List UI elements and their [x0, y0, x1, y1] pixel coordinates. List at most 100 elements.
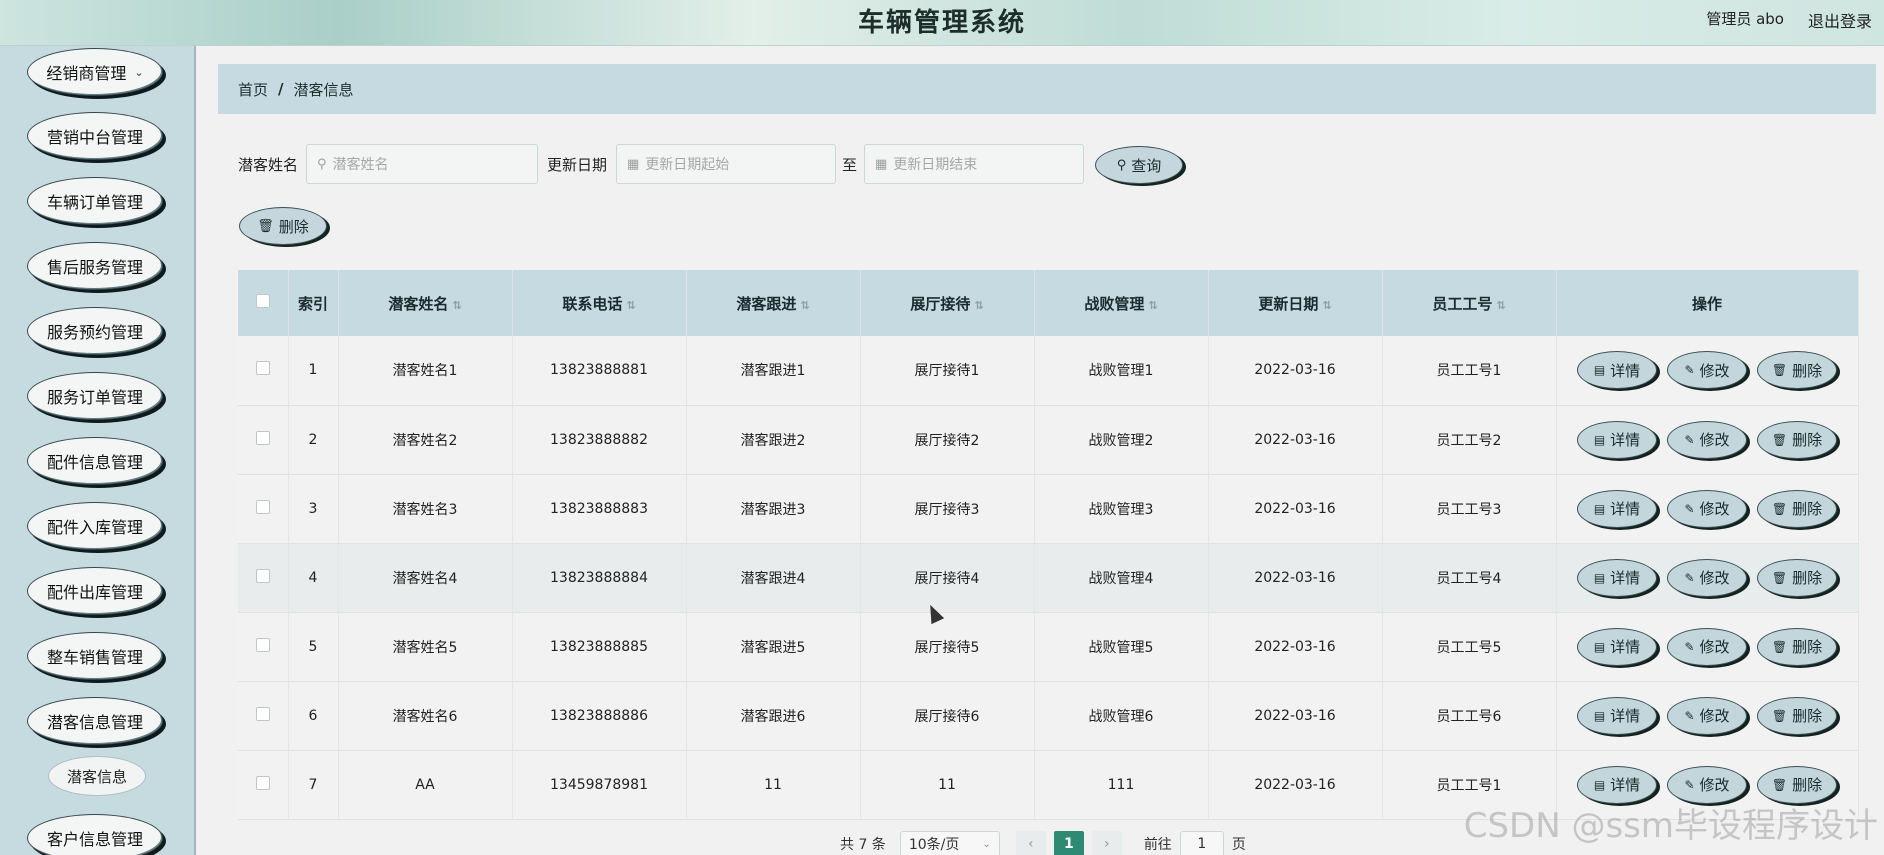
cell-staff: 员工工号4 [1382, 543, 1557, 612]
sidebar-subitem-label: 潜客信息 [66, 767, 127, 786]
edit-button[interactable]: ✎ 修改 [1667, 489, 1747, 528]
column-header-reception[interactable]: 展厅接待 ⇅ [860, 270, 1035, 336]
app-header: 车辆管理系统 管理员 abo 退出登录 [0, 0, 1884, 46]
sidebar-item-parts-info[interactable]: 配件信息管理 [27, 437, 163, 485]
query-button[interactable]: ⚲ 查询 [1095, 146, 1183, 184]
edit-button[interactable]: ✎ 修改 [1667, 351, 1747, 390]
cell-reception: 展厅接待1 [860, 336, 1035, 405]
sort-icon[interactable]: ⇅ [452, 299, 461, 312]
chevron-down-icon: ⌄ [982, 838, 991, 850]
cell-defeat: 战败管理2 [1034, 405, 1209, 474]
delete-button[interactable]: 🗑 删除 [1757, 489, 1837, 528]
column-header-date[interactable]: 更新日期 ⇅ [1208, 270, 1383, 336]
delete-button[interactable]: 🗑 删除 [1757, 420, 1837, 459]
detail-button[interactable]: ▤ 详情 [1577, 351, 1657, 390]
delete-button[interactable]: 🗑 删除 [1757, 627, 1837, 666]
table-row[interactable]: 3 潜客姓名3 13823888883 潜客跟进3 展厅接待3 战败管理3 2022-03-… [238, 474, 1859, 543]
sort-icon[interactable]: ⇅ [1322, 299, 1331, 312]
table-row[interactable]: 5 潜客姓名5 13823888885 潜客跟进5 展厅接待5 战败管理5 2022-03-… [238, 612, 1859, 681]
detail-button[interactable]: ▤ 详情 [1577, 558, 1657, 597]
table-row[interactable]: 2 潜客姓名2 13823888882 潜客跟进2 展厅接待2 战败管理2 2022-03-… [238, 405, 1859, 474]
document-icon: ▤ [1593, 570, 1606, 585]
current-user: 管理员 abo [1706, 10, 1784, 28]
sidebar-item-vehicle-sales[interactable]: 整车销售管理 [27, 632, 163, 680]
breadcrumb-home[interactable]: 首页 [238, 79, 268, 100]
delete-button[interactable]: 🗑 删除 [1757, 558, 1837, 597]
sidebar-item-service-booking[interactable]: 服务预约管理 [27, 307, 163, 355]
goto-page-input[interactable]: 1 [1179, 831, 1224, 855]
sidebar-item-label: 售后服务管理 [46, 258, 143, 277]
row-checkbox[interactable] [255, 499, 270, 514]
detail-button[interactable]: ▤ 详情 [1577, 696, 1657, 735]
cell-reception: 展厅接待4 [860, 543, 1035, 612]
cell-follow: 潜客跟进4 [686, 543, 861, 612]
select-all-checkbox[interactable] [255, 294, 270, 308]
sidebar-item-customer[interactable]: 客户信息管理 [27, 814, 163, 855]
logout-link[interactable]: 退出登录 [1808, 8, 1872, 32]
edit-button-label: 修改 [1699, 431, 1730, 449]
detail-button[interactable]: ▤ 详情 [1577, 489, 1657, 528]
table-row[interactable]: 4 潜客姓名4 13823888884 潜客跟进4 展厅接待4 战败管理4 2022-03-… [238, 543, 1859, 612]
sidebar-item-marketing[interactable]: 营销中台管理 [27, 112, 163, 160]
name-filter-input[interactable]: ⚲ 潜客姓名 [306, 144, 538, 184]
chevron-left-icon: ‹ [1028, 836, 1034, 852]
sidebar-item-label: 营销中台管理 [46, 128, 143, 147]
edit-button[interactable]: ✎ 修改 [1667, 627, 1747, 666]
row-checkbox[interactable] [255, 706, 270, 721]
detail-button[interactable]: ▤ 详情 [1577, 420, 1657, 459]
sidebar-item-vehicle-order[interactable]: 车辆订单管理 [27, 177, 163, 225]
sidebar-item-parts-outbound[interactable]: 配件出库管理 [27, 567, 163, 615]
sort-icon[interactable]: ⇅ [626, 299, 635, 312]
sort-icon[interactable]: ⇅ [1148, 299, 1157, 312]
column-header-follow[interactable]: 潜客跟进 ⇅ [686, 270, 861, 336]
column-header-actions: 操作 [1556, 270, 1859, 336]
delete-button[interactable]: 🗑 删除 [1757, 351, 1837, 390]
delete-button[interactable]: 🗑 删除 [1757, 696, 1837, 735]
sidebar-item-after-sales[interactable]: 售后服务管理 [27, 242, 163, 290]
cell-date: 2022-03-16 [1208, 750, 1383, 819]
edit-button-label: 修改 [1699, 638, 1730, 656]
row-checkbox[interactable] [255, 361, 270, 376]
sidebar-item-parts-inbound[interactable]: 配件入库管理 [27, 502, 163, 550]
row-checkbox[interactable] [255, 568, 270, 583]
sidebar-item-label: 潜客信息管理 [46, 713, 143, 732]
delete-button-label: 删除 [1792, 500, 1823, 518]
next-page-button[interactable]: › [1091, 831, 1122, 855]
batch-delete-button[interactable]: 🗑 删除 [239, 207, 327, 245]
table-row[interactable]: 6 潜客姓名6 13823888886 潜客跟进6 展厅接待6 战败管理6 2022-03-… [238, 681, 1859, 750]
row-checkbox[interactable] [255, 775, 270, 790]
cell-phone: 13823888882 [512, 405, 687, 474]
edit-button[interactable]: ✎ 修改 [1667, 696, 1747, 735]
edit-button[interactable]: ✎ 修改 [1667, 420, 1747, 459]
batch-delete-label: 删除 [278, 217, 309, 236]
sidebar-subitem-prospect-info[interactable]: 潜客信息 [48, 756, 146, 796]
prev-page-button[interactable]: ‹ [1015, 831, 1046, 855]
detail-button-label: 详情 [1610, 431, 1641, 449]
table-row[interactable]: 1 潜客姓名1 13823888881 潜客跟进1 展厅接待1 战败管理1 2022-03-… [238, 336, 1859, 405]
cell-follow: 潜客跟进2 [686, 405, 861, 474]
cell-name: 潜客姓名5 [338, 612, 513, 681]
sidebar-item-service-order[interactable]: 服务订单管理 [27, 372, 163, 420]
sort-icon[interactable]: ⇅ [974, 299, 983, 312]
column-header-phone[interactable]: 联系电话 ⇅ [512, 270, 687, 336]
cell-staff: 员工工号1 [1382, 336, 1557, 405]
cell-index: 2 [288, 405, 339, 474]
date-start-input[interactable]: ▦ 更新日期起始 [616, 144, 836, 184]
sidebar-item-prospect[interactable]: 潜客信息管理 [27, 697, 163, 745]
page-size-select[interactable]: 10条/页 ⌄ [899, 831, 1000, 855]
column-header-defeat[interactable]: 战败管理 ⇅ [1034, 270, 1209, 336]
sort-icon[interactable]: ⇅ [1496, 299, 1505, 312]
row-checkbox[interactable] [255, 430, 270, 445]
edit-button[interactable]: ✎ 修改 [1667, 558, 1747, 597]
sidebar: 经销商管理 ⌄ 营销中台管理 车辆订单管理 售后服务管理 服务预约管理 服务订单… [0, 46, 196, 855]
cell-defeat: 战败管理3 [1034, 474, 1209, 543]
date-end-input[interactable]: ▦ 更新日期结束 [864, 144, 1084, 184]
column-header-staff[interactable]: 员工工号 ⇅ [1382, 270, 1557, 336]
sort-icon[interactable]: ⇅ [800, 299, 809, 312]
sidebar-item-dealer[interactable]: 经销商管理 ⌄ [27, 48, 163, 96]
column-header-name[interactable]: 潜客姓名 ⇅ [338, 270, 513, 336]
row-checkbox[interactable] [255, 637, 270, 652]
cell-reception: 展厅接待2 [860, 405, 1035, 474]
detail-button[interactable]: ▤ 详情 [1577, 627, 1657, 666]
page-number-current[interactable]: 1 [1053, 831, 1084, 855]
